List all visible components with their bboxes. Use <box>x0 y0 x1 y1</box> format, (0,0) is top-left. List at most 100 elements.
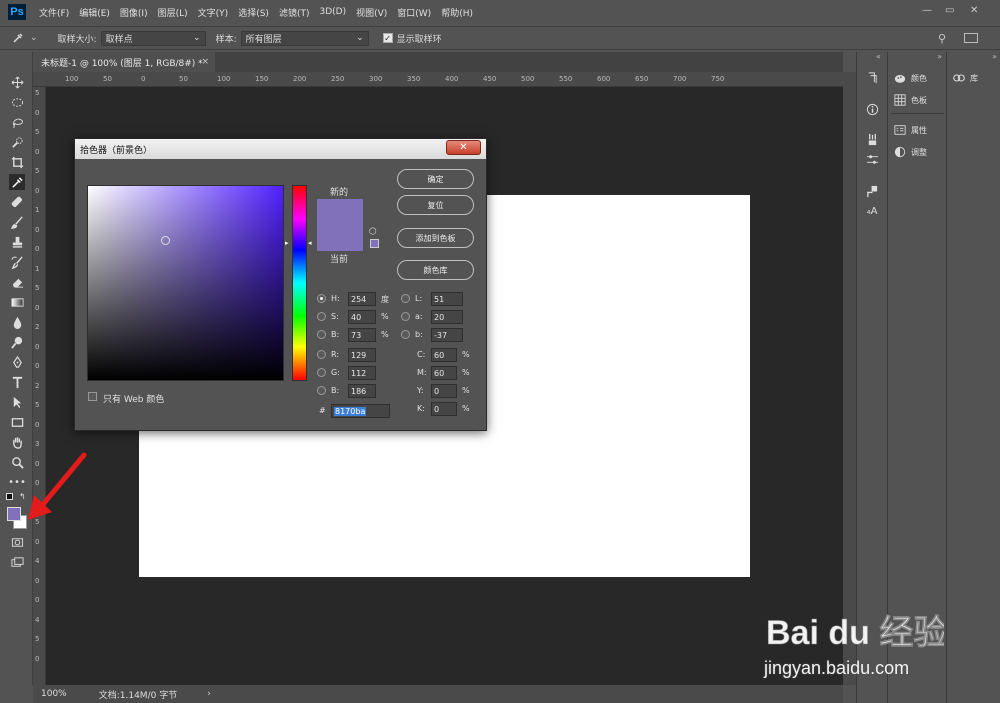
quick-mask-icon[interactable] <box>9 534 25 550</box>
brush-presets-icon[interactable] <box>865 132 879 146</box>
foreground-color-swatch[interactable] <box>7 507 21 521</box>
eyedropper-tool-icon[interactable] <box>9 174 25 190</box>
menu-help[interactable]: 帮助(H) <box>436 6 478 19</box>
lab-b-radio[interactable] <box>401 330 410 339</box>
green-radio[interactable] <box>317 368 326 377</box>
collapse-panels-icon[interactable]: » <box>937 52 942 61</box>
brush-settings-icon[interactable] <box>865 152 879 166</box>
gradient-tool-icon[interactable] <box>9 294 25 310</box>
eraser-tool-icon[interactable] <box>9 274 25 290</box>
menu-image[interactable]: 图像(I) <box>115 6 153 19</box>
hue-slider[interactable] <box>292 185 307 381</box>
menu-layer[interactable]: 图层(L) <box>153 6 193 19</box>
menu-file[interactable]: 文件(F) <box>34 6 74 19</box>
lab-a-field[interactable]: 20 <box>431 310 463 324</box>
ok-button[interactable]: 确定 <box>397 169 474 189</box>
lab-b-field[interactable]: -37 <box>431 328 463 342</box>
magenta-field[interactable]: 60 <box>431 366 457 380</box>
menu-edit[interactable]: 编辑(E) <box>74 6 115 19</box>
brightness-field[interactable]: 73 <box>348 328 376 342</box>
marquee-tool-icon[interactable] <box>9 94 25 110</box>
swatches-panel-button[interactable]: 色板 <box>894 92 927 108</box>
type-tool-icon[interactable] <box>9 374 25 390</box>
green-field[interactable]: 112 <box>348 366 376 380</box>
web-safe-swatch[interactable] <box>370 239 379 248</box>
character-panel-icon[interactable]: ₄A <box>865 204 879 218</box>
default-colors-icon[interactable] <box>6 493 13 500</box>
out-of-gamut-cube-icon[interactable]: ⬡ <box>369 227 377 237</box>
hex-field[interactable]: 8170ba <box>331 404 390 418</box>
hue-radio[interactable] <box>317 294 326 303</box>
screen-mode-icon[interactable] <box>9 554 25 570</box>
cyan-field[interactable]: 60 <box>431 348 457 362</box>
crop-tool-icon[interactable] <box>9 154 25 170</box>
show-ring-checkbox[interactable]: ✓ <box>382 33 393 43</box>
preset-chevron-icon[interactable]: ⌄ <box>30 33 38 43</box>
hue-slider-left-arrow-icon[interactable]: ▸ <box>285 239 289 247</box>
hue-slider-right-arrow-icon[interactable]: ◂ <box>308 239 312 247</box>
clone-source-icon[interactable] <box>865 184 879 198</box>
history-brush-icon[interactable] <box>9 254 25 270</box>
close-tab-icon[interactable]: × <box>201 57 209 67</box>
properties-panel-button[interactable]: 属性 <box>894 122 927 138</box>
red-field[interactable]: 129 <box>348 348 376 362</box>
history-panel-icon[interactable] <box>865 70 879 84</box>
move-tool-icon[interactable] <box>9 74 25 90</box>
healing-brush-icon[interactable] <box>9 194 25 210</box>
reset-button[interactable]: 复位 <box>397 195 474 215</box>
restore-icon[interactable]: ▭ <box>945 5 954 16</box>
menu-window[interactable]: 窗口(W) <box>392 6 436 19</box>
hand-tool-icon[interactable] <box>9 434 25 450</box>
blur-tool-icon[interactable] <box>9 314 25 330</box>
eyedropper-preset-icon[interactable] <box>12 32 26 44</box>
yellow-field[interactable]: 0 <box>431 384 457 398</box>
saturation-radio[interactable] <box>317 312 326 321</box>
close-icon[interactable]: ✕ <box>970 5 978 16</box>
lab-a-radio[interactable] <box>401 312 410 321</box>
hue-field[interactable]: 254 <box>348 292 376 306</box>
info-panel-icon[interactable] <box>865 102 879 116</box>
minimize-icon[interactable]: — <box>922 5 932 16</box>
adjustments-panel-button[interactable]: 调整 <box>894 144 927 160</box>
brush-tool-icon[interactable] <box>9 214 25 230</box>
collapse-libraries-icon[interactable]: » <box>992 52 997 61</box>
saturation-field[interactable]: 40 <box>348 310 376 324</box>
add-to-swatches-button[interactable]: 添加到色板 <box>397 228 474 248</box>
sample-select[interactable]: 所有图层 ⌄ <box>240 30 369 46</box>
brightness-radio[interactable] <box>317 330 326 339</box>
path-select-icon[interactable] <box>9 394 25 410</box>
dodge-tool-icon[interactable] <box>9 334 25 350</box>
blue-radio[interactable] <box>317 386 326 395</box>
color-panel-button[interactable]: 颜色 <box>894 70 927 86</box>
color-picker-cursor[interactable] <box>161 236 170 245</box>
dialog-titlebar[interactable]: 拾色器（前景色） ✕ <box>75 139 486 159</box>
web-only-checkbox[interactable] <box>88 392 97 401</box>
menu-select[interactable]: 选择(S) <box>233 6 274 19</box>
menu-filter[interactable]: 滤镜(T) <box>274 6 315 19</box>
quick-select-icon[interactable] <box>9 134 25 150</box>
workspace-icon[interactable] <box>964 33 978 43</box>
black-field[interactable]: 0 <box>431 402 457 416</box>
lab-l-field[interactable]: 51 <box>431 292 463 306</box>
lab-l-radio[interactable] <box>401 294 410 303</box>
color-libraries-button[interactable]: 颜色库 <box>397 260 474 280</box>
zoom-level[interactable]: 100% <box>41 689 67 699</box>
red-radio[interactable] <box>317 350 326 359</box>
collapse-dock-icon[interactable]: « <box>876 52 881 61</box>
pen-tool-icon[interactable] <box>9 354 25 370</box>
status-menu-arrow-icon[interactable]: › <box>207 689 211 699</box>
dialog-close-button[interactable]: ✕ <box>446 140 481 155</box>
libraries-panel-button[interactable]: 库 <box>953 70 978 86</box>
menu-type[interactable]: 文字(Y) <box>193 6 234 19</box>
blue-field[interactable]: 186 <box>348 384 376 398</box>
clone-stamp-icon[interactable] <box>9 234 25 250</box>
sample-size-select[interactable]: 取样点 ⌄ <box>100 30 206 46</box>
menu-view[interactable]: 视图(V) <box>351 6 392 19</box>
menu-3d[interactable]: 3D(D) <box>314 7 351 17</box>
document-tab[interactable]: 未标题-1 @ 100% (图层 1, RGB/8#) * × <box>33 52 215 72</box>
rectangle-tool-icon[interactable] <box>9 414 25 430</box>
vertical-scrollbar[interactable] <box>843 72 856 685</box>
lasso-tool-icon[interactable] <box>9 114 25 130</box>
search-icon[interactable]: ⚲ <box>938 32 946 45</box>
current-color-swatch[interactable] <box>317 225 363 251</box>
